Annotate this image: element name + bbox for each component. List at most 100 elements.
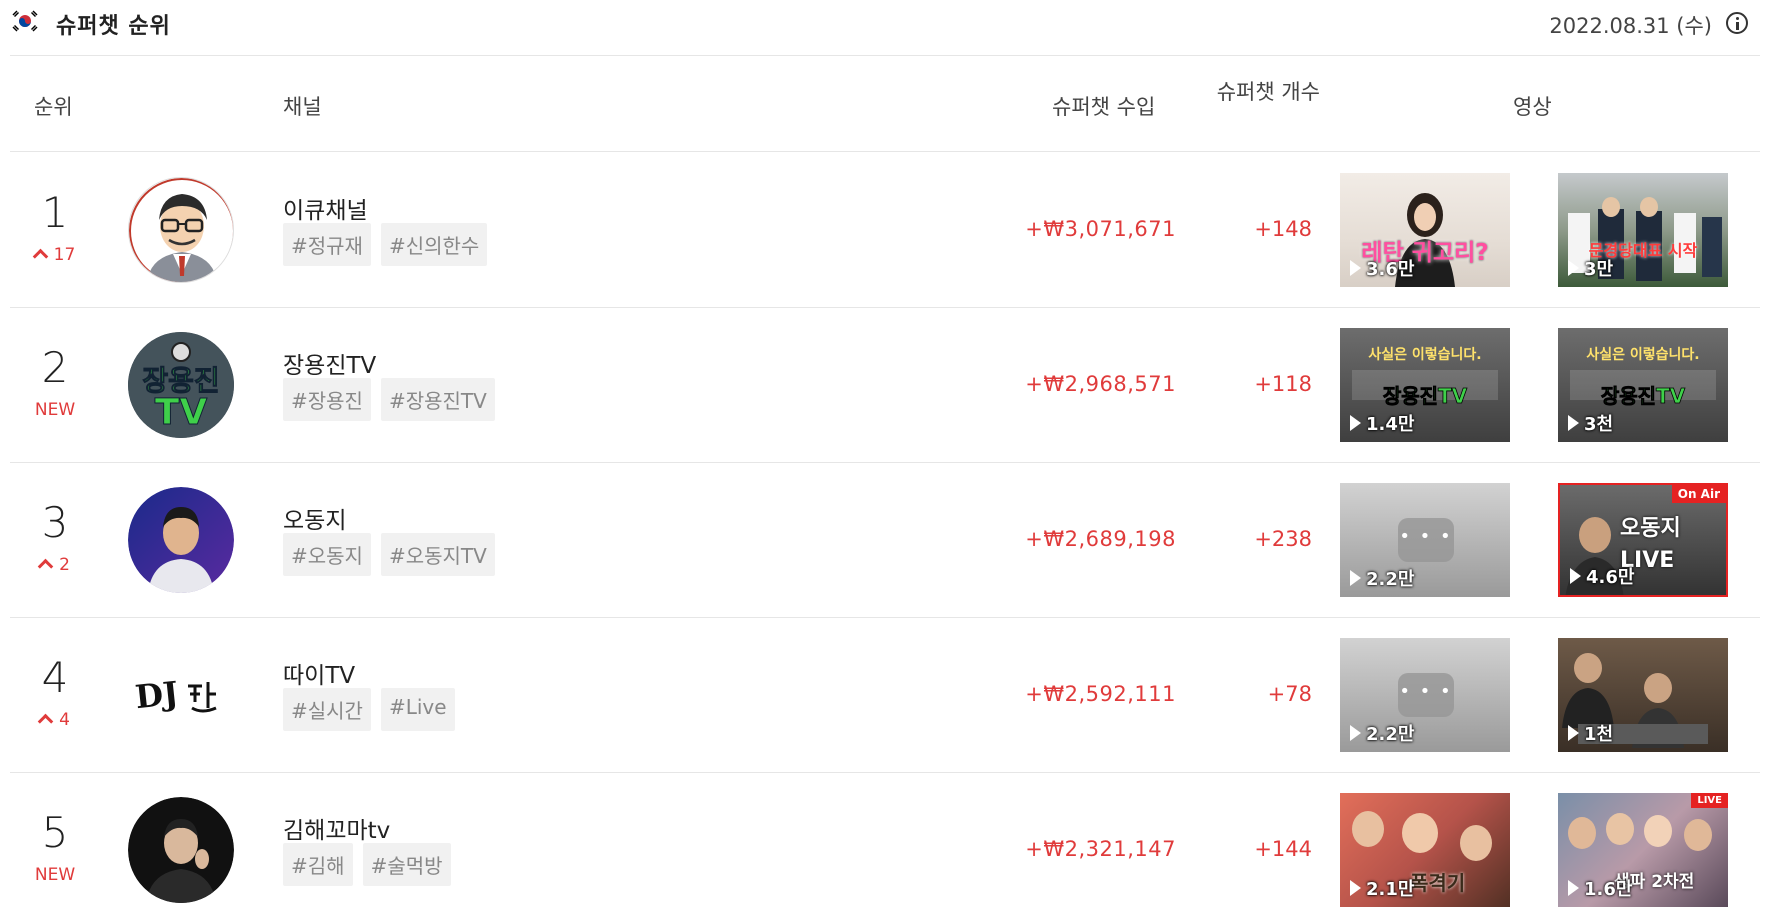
view-count: 1.6만 [1568, 875, 1632, 901]
thumbnail-caption: 폭격기 [1410, 871, 1466, 895]
channel-name[interactable]: 오동지 [283, 501, 346, 535]
tag[interactable]: #신의한수 [380, 223, 488, 266]
col-rank: 순위 [34, 95, 73, 119]
video-thumbnail[interactable]: 사실은 이렇습니다. 장용진TV 3천 [1558, 328, 1728, 442]
play-icon [1568, 880, 1579, 896]
on-air-badge: On Air [1671, 485, 1726, 503]
view-count: 3.6만 [1350, 255, 1414, 281]
tag[interactable]: #김해 [283, 843, 353, 886]
rank-number: 4 [41, 653, 69, 702]
play-icon [1350, 570, 1361, 586]
video-thumbnail[interactable]: 2.2만 [1340, 483, 1510, 597]
info-icon[interactable] [1726, 12, 1748, 34]
channel-name[interactable]: 김해꼬마tv [283, 811, 390, 845]
rank-number: 3 [41, 498, 69, 547]
tag[interactable]: #오동지TV [380, 533, 495, 576]
avatar[interactable]: DJ [128, 642, 234, 748]
view-count: 2.2만 [1350, 565, 1414, 591]
table-row[interactable]: 3 2 오동지 #오동지 #오동지TV +₩2,689,198 +238 2.2… [10, 463, 1760, 618]
tag[interactable]: #장용진TV [380, 378, 495, 421]
tag[interactable]: #정규재 [283, 223, 371, 266]
tag[interactable]: #오동지 [283, 533, 371, 576]
view-count: 1.4만 [1350, 410, 1414, 436]
video-thumbnail[interactable]: 사실은 이렇습니다. 장용진TV 1.4만 [1340, 328, 1510, 442]
superchat-count: +144 [1254, 837, 1312, 861]
arrow-up-icon [37, 558, 54, 575]
video-thumbnail[interactable]: On Air 오동지 LIVE 4.6만 [1558, 483, 1728, 597]
tag[interactable]: #실시간 [283, 688, 371, 731]
tag-list: #정규재 #신의한수 [283, 223, 488, 266]
video-thumbnail[interactable]: LIVE 생파 2차전 1.6만 [1558, 793, 1728, 907]
superchat-income: +₩3,071,671 [1025, 217, 1176, 241]
placeholder-icon [1398, 673, 1454, 717]
svg-text:DJ: DJ [133, 674, 180, 716]
play-icon [1568, 260, 1579, 276]
svg-text:TV: TV [155, 392, 208, 433]
play-icon [1568, 415, 1579, 431]
rank-number: 1 [41, 188, 69, 237]
tag[interactable]: #Live [380, 688, 455, 731]
rank-change: 2 [10, 555, 100, 575]
korea-flag-icon [12, 10, 38, 32]
video-thumbnail[interactable]: 1천 [1558, 638, 1728, 752]
view-count: 2.2만 [1350, 720, 1414, 746]
superchat-count: +148 [1254, 217, 1312, 241]
superchat-income: +₩2,689,198 [1025, 527, 1176, 551]
col-income: 슈퍼챗 수입 [1052, 95, 1156, 119]
view-count: 3만 [1568, 255, 1613, 281]
view-count: 2.1만 [1350, 875, 1414, 901]
view-count: 1천 [1568, 720, 1613, 746]
svg-text:장용진TV: 장용진TV [1601, 384, 1686, 408]
tag-list: #실시간 #Live [283, 688, 455, 731]
tag-list: #김해 #술먹방 [283, 843, 451, 886]
superchat-count: +118 [1254, 372, 1312, 396]
placeholder-icon [1398, 518, 1454, 562]
superchat-income: +₩2,592,111 [1025, 682, 1176, 706]
tag[interactable]: #술먹방 [362, 843, 451, 886]
channel-name[interactable]: 따이TV [283, 656, 355, 690]
rank-change: 17 [10, 245, 100, 265]
table-row[interactable]: 5 NEW 김해꼬마tv #김해 #술먹방 +₩2,321,147 +144 폭… [10, 773, 1760, 910]
rank-number: 2 [41, 343, 69, 392]
table-row[interactable]: 2 NEW 장용진 TV 장용진TV #장용진 #장용진TV +₩2,968,5… [10, 308, 1760, 463]
col-video: 영상 [1513, 95, 1552, 119]
play-icon [1350, 880, 1361, 896]
table-row[interactable]: 1 17 이큐채널 #정규재 #신의한수 +₩3,071,671 +148 레탄… [10, 153, 1760, 308]
rank-change: 4 [10, 710, 100, 730]
video-thumbnail[interactable]: 2.2만 [1340, 638, 1510, 752]
superchat-count: +238 [1254, 527, 1312, 551]
superchat-income: +₩2,968,571 [1025, 372, 1176, 396]
video-thumbnail[interactable]: 폭격기 2.1만 [1340, 793, 1510, 907]
page-title: 슈퍼챗 순위 [56, 14, 171, 39]
table-row[interactable]: 4 4 DJ 따이TV #실시간 #Live +₩2,592,111 +78 2… [10, 618, 1760, 773]
tag-list: #장용진 #장용진TV [283, 378, 495, 421]
rank-number: 5 [41, 808, 69, 857]
rank-change: NEW [34, 865, 76, 885]
view-count: 3천 [1568, 410, 1613, 436]
play-icon [1568, 725, 1579, 741]
tag[interactable]: #장용진 [283, 378, 371, 421]
video-thumbnail[interactable]: 문경당대표 시작 3만 [1558, 173, 1728, 287]
video-thumbnail[interactable]: 레탄 귀고리? 3.6만 [1340, 173, 1510, 287]
date-label: 2022.08.31 (수) [1549, 14, 1712, 38]
play-icon [1570, 568, 1581, 584]
superchat-count: +78 [1267, 682, 1312, 706]
avatar[interactable] [128, 797, 234, 903]
thumbnail-caption: 오동지 LIVE [1620, 516, 1681, 573]
channel-name[interactable]: 장용진TV [283, 346, 376, 380]
play-icon [1350, 725, 1361, 741]
play-icon [1350, 260, 1361, 276]
rank-change: NEW [34, 400, 76, 420]
arrow-up-icon [32, 248, 48, 265]
arrow-up-icon [37, 713, 54, 730]
avatar[interactable] [128, 177, 234, 283]
col-channel: 채널 [283, 95, 322, 119]
avatar[interactable] [128, 487, 234, 593]
page-header: 슈퍼챗 순위 2022.08.31 (수) [10, 0, 1760, 56]
col-count: 슈퍼챗 개수 [1216, 80, 1320, 104]
play-icon [1350, 415, 1361, 431]
tag-list: #오동지 #오동지TV [283, 533, 495, 576]
avatar[interactable]: 장용진 TV [128, 332, 234, 438]
channel-name[interactable]: 이큐채널 [283, 191, 368, 225]
view-count: 4.6만 [1570, 563, 1634, 589]
